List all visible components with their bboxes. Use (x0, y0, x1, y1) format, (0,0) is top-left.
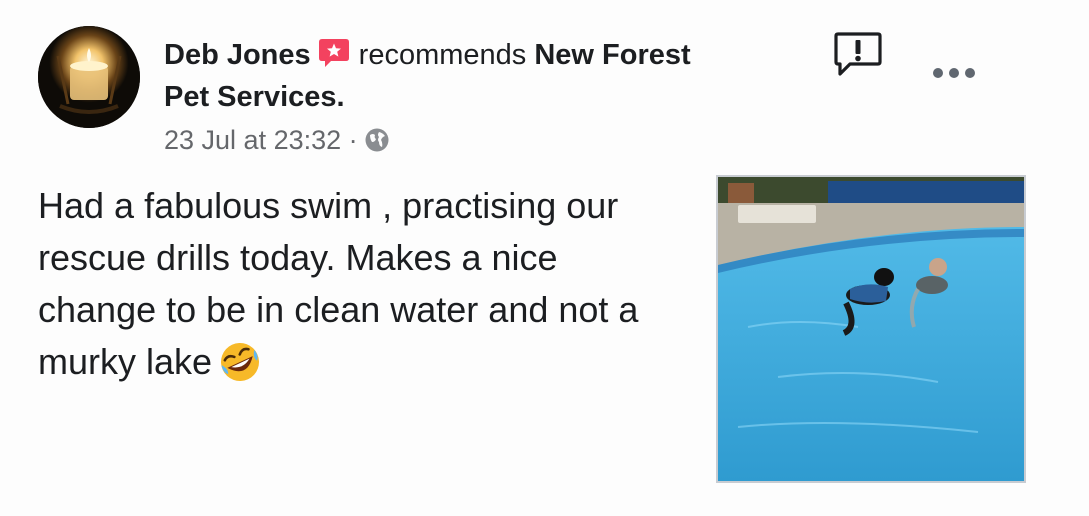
post-header-line-2: Pet Services. (164, 76, 345, 118)
ellipsis-icon (933, 68, 975, 78)
globe-icon[interactable] (364, 127, 390, 153)
action-text: recommends (358, 39, 527, 71)
post-timestamp[interactable]: 23 Jul at 23:32 (164, 125, 341, 155)
post-header-line-1: Deb Jones recommends New Forest (164, 34, 691, 76)
author-avatar[interactable] (38, 26, 140, 128)
recommendation-star-icon (317, 36, 351, 70)
post-body-text: Had a fabulous swim , practising our res… (38, 185, 639, 382)
author-name-link[interactable]: Deb Jones (164, 39, 311, 71)
post-meta: 23 Jul at 23:32 · (164, 120, 390, 160)
page-name-link[interactable]: New Forest (534, 39, 690, 71)
page-name-link-continued[interactable]: Pet Services. (164, 81, 345, 113)
rolling-on-floor-laughing-emoji (218, 340, 262, 384)
post-card: Deb Jones recommends New Forest Pet Serv… (0, 0, 1089, 516)
report-flag-icon (834, 32, 882, 76)
more-options-button[interactable] (928, 58, 980, 88)
report-button[interactable] (832, 30, 884, 78)
post-body: Had a fabulous swim , practising our res… (38, 180, 678, 388)
meta-separator: · (348, 125, 358, 155)
dog-swimming-in-pool-photo[interactable] (716, 175, 1026, 483)
